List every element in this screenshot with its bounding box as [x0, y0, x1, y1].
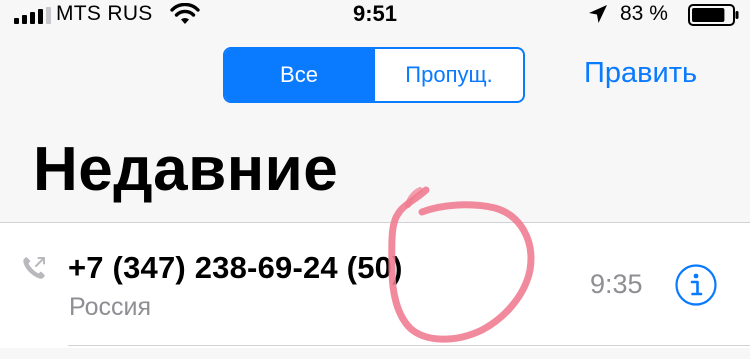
segment-all[interactable]: Все — [225, 49, 373, 101]
recent-call-row[interactable]: +7 (347) 238-69-24 (50) Россия 9:35 — [0, 223, 750, 348]
status-bar: MTS RUS 9:51 83 % — [0, 0, 750, 30]
recents-filter-segmented-control: Все Пропущ. — [223, 47, 525, 103]
location-arrow-icon — [589, 5, 607, 23]
phone-number: +7 (347) 238-69-24 (50) — [68, 250, 403, 285]
page-title: Недавние — [33, 135, 339, 204]
edit-button[interactable]: Править — [584, 57, 697, 90]
segment-missed[interactable]: Пропущ. — [373, 49, 523, 101]
call-country: Россия — [69, 293, 151, 321]
row-separator — [68, 345, 750, 346]
info-icon[interactable] — [674, 263, 718, 307]
battery-percent: 83 % — [620, 2, 668, 25]
outgoing-call-icon — [23, 257, 45, 279]
call-time: 9:35 — [590, 269, 643, 299]
battery-icon — [688, 4, 739, 26]
